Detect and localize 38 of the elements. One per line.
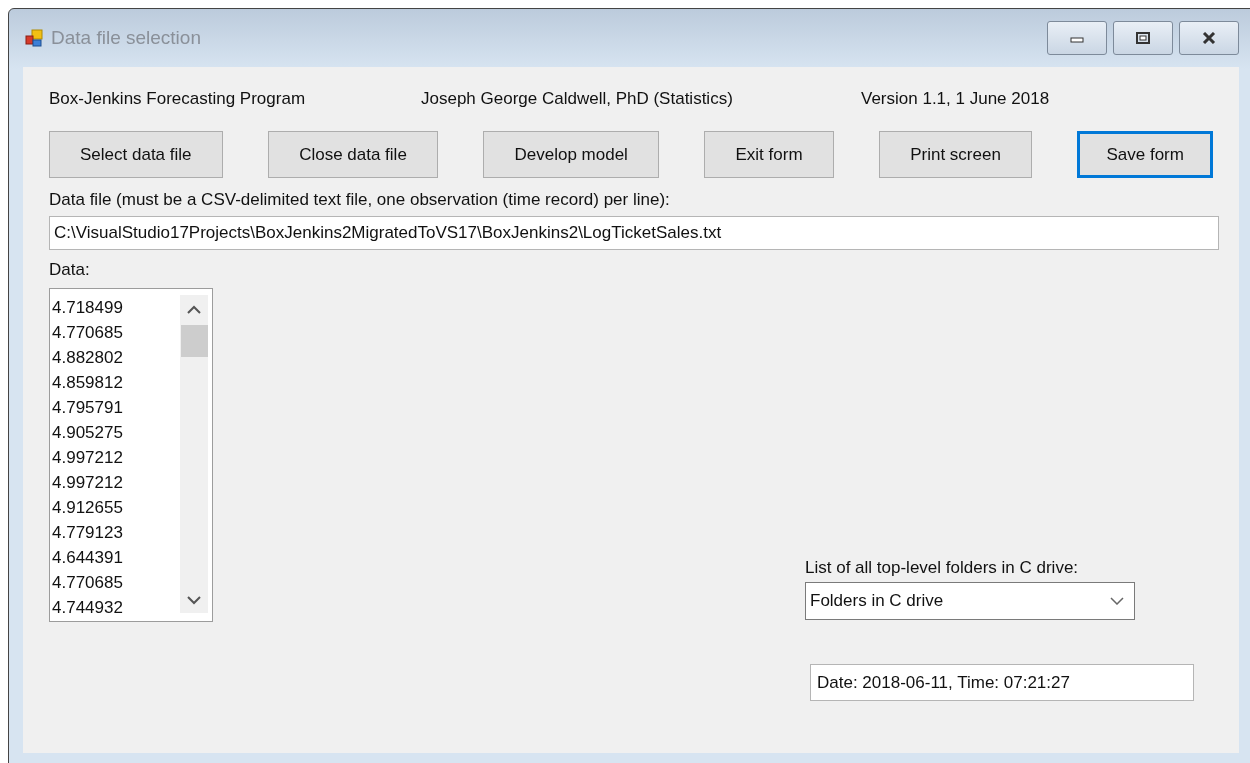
maximize-icon (1135, 32, 1151, 44)
list-item[interactable]: 4.859812 (52, 370, 123, 395)
folders-label: List of all top-level folders in C drive: (805, 558, 1079, 578)
data-listbox[interactable]: 4.718499 4.770685 4.882802 4.859812 4.795791 4.905275 4.997212 4.997212 4.912655 4.779123 4.644391 4.770685 4.744932 (49, 288, 213, 622)
app-icon (25, 29, 43, 47)
form-button[interactable]: Save form (1077, 131, 1213, 178)
form-button[interactable]: Select data file (49, 131, 223, 178)
close-icon (1201, 32, 1217, 44)
header-text: Version 1.1, 1 June 2018 (861, 89, 1050, 109)
list-item[interactable]: 4.997212 (52, 445, 123, 470)
list-item[interactable]: 4.905275 (52, 420, 123, 445)
list-item[interactable]: 4.997212 (52, 470, 123, 495)
header-text: Joseph George Caldwell, PhD (Statistics) (421, 89, 734, 109)
form-button[interactable]: Exit form (704, 131, 834, 178)
list-item[interactable]: 4.770685 (52, 570, 123, 595)
scrollbar-drawing[interactable] (180, 295, 208, 613)
list-item[interactable]: 4.744932 (52, 595, 123, 615)
list-item[interactable]: 4.795791 (52, 395, 123, 420)
folders-dropdown[interactable]: Folders in C drive (805, 582, 1135, 620)
list-item[interactable]: 4.770685 (52, 320, 123, 345)
header-text: Box-Jenkins Forecasting Program (49, 89, 307, 109)
list-item[interactable]: 4.718499 (52, 295, 123, 320)
form-button[interactable]: Print screen (879, 131, 1032, 178)
list-item[interactable]: 4.882802 (52, 345, 123, 370)
window-title: Data file selection (51, 27, 201, 49)
list-item[interactable]: 4.644391 (52, 545, 123, 570)
chevron-down-icon (1110, 597, 1124, 605)
data-label: Data: (49, 260, 90, 280)
data-file-label: Data file (must be a CSV-delimited text file, one observation (time record) per line): (49, 190, 670, 210)
datetime-field[interactable]: Date: 2018-06-11, Time: 07:21:27 (810, 664, 1194, 701)
minimize-button[interactable] (1047, 21, 1107, 55)
close-button[interactable] (1179, 21, 1239, 55)
list-item[interactable]: 4.912655 (52, 495, 123, 520)
form-button[interactable]: Develop model (483, 131, 659, 178)
maximize-button[interactable] (1113, 21, 1173, 55)
form-button[interactable]: Close data file (268, 131, 438, 178)
list-item[interactable]: 4.779123 (52, 520, 123, 545)
file-path-field[interactable]: C:\VisualStudio17Projects\BoxJenkins2MigratedToVS17\BoxJenkins2\LogTicketSales.txt (49, 216, 1219, 250)
